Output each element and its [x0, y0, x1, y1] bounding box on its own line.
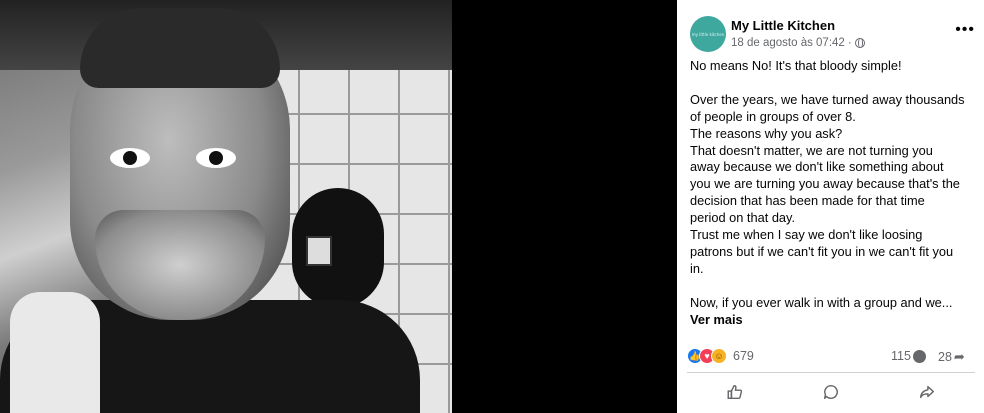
see-more-link[interactable]: Ver mais — [690, 312, 975, 329]
post-text-line: away because we don't like something abo… — [690, 159, 944, 175]
post-photo[interactable] — [0, 0, 452, 413]
post-text-line: period on that day. — [690, 210, 796, 226]
post-header: my little kitchen My Little Kitchen 18 d… — [690, 16, 970, 56]
meta-separator: · — [847, 37, 852, 49]
left-eye — [110, 148, 150, 168]
thumbs-up-icon — [727, 384, 743, 400]
comments-count: 115 — [891, 349, 911, 363]
post-text-line: Over the years, we have turned away thou… — [690, 91, 965, 107]
like-button[interactable] — [705, 379, 765, 405]
reactions-count: 679 — [733, 349, 754, 363]
care-icon: ☺ — [711, 348, 727, 364]
post-text-line: you we are turning you away because that… — [690, 176, 960, 192]
post-text-line: The reasons why you ask? — [690, 125, 843, 141]
post-text-line: No means No! It's that bloody simple! — [690, 58, 902, 73]
post-text-line: That doesn't matter, we are not turning … — [690, 142, 933, 158]
comment-button[interactable] — [801, 379, 861, 405]
share-arrow-icon: ➦ — [953, 349, 965, 364]
reactions-summary[interactable]: 👍 ♥ ☺ 679 — [687, 348, 754, 364]
share-button[interactable] — [897, 379, 957, 405]
right-eye — [196, 148, 236, 168]
pan-tag — [306, 236, 332, 266]
post-text-line: Now, if you ever walk in with a group an… — [690, 294, 953, 310]
person-hair — [80, 8, 280, 88]
comments-summary[interactable]: 115 — [891, 349, 926, 363]
post-text: No means No! It's that bloody simple! Ove… — [690, 58, 975, 328]
share-icon — [919, 385, 935, 399]
post-text-line: of people in groups of over 8. — [690, 108, 856, 124]
page-avatar[interactable]: my little kitchen — [690, 16, 726, 52]
page-name[interactable]: My Little Kitchen — [731, 18, 835, 33]
comment-icon — [823, 384, 838, 400]
post-date[interactable]: 18 de agosto às 07:42 — [731, 37, 845, 49]
post-meta: 18 de agosto às 07:42 · — [731, 37, 865, 49]
post-actions — [687, 378, 975, 406]
comment-bubble-icon — [912, 349, 926, 363]
globe-icon — [854, 38, 865, 48]
post-text-line: Trust me when I say we don't like loosin… — [690, 227, 923, 243]
shares-summary[interactable]: 28 ➦ — [938, 349, 965, 365]
post-text-line: decision that has been made for that tim… — [690, 193, 925, 209]
post-stats: 👍 ♥ ☺ 679 115 28 ➦ — [687, 346, 977, 368]
more-horizontal-icon[interactable]: ••• — [955, 22, 975, 38]
post-text-line: in. — [690, 260, 704, 276]
post-card: my little kitchen My Little Kitchen 18 d… — [677, 0, 984, 413]
towel — [10, 292, 100, 413]
avatar-text: my little kitchen — [691, 31, 725, 37]
post-text-line: patrons but if we can't fit you in we ca… — [690, 243, 954, 259]
divider — [687, 372, 975, 373]
shares-count: 28 — [938, 350, 952, 364]
